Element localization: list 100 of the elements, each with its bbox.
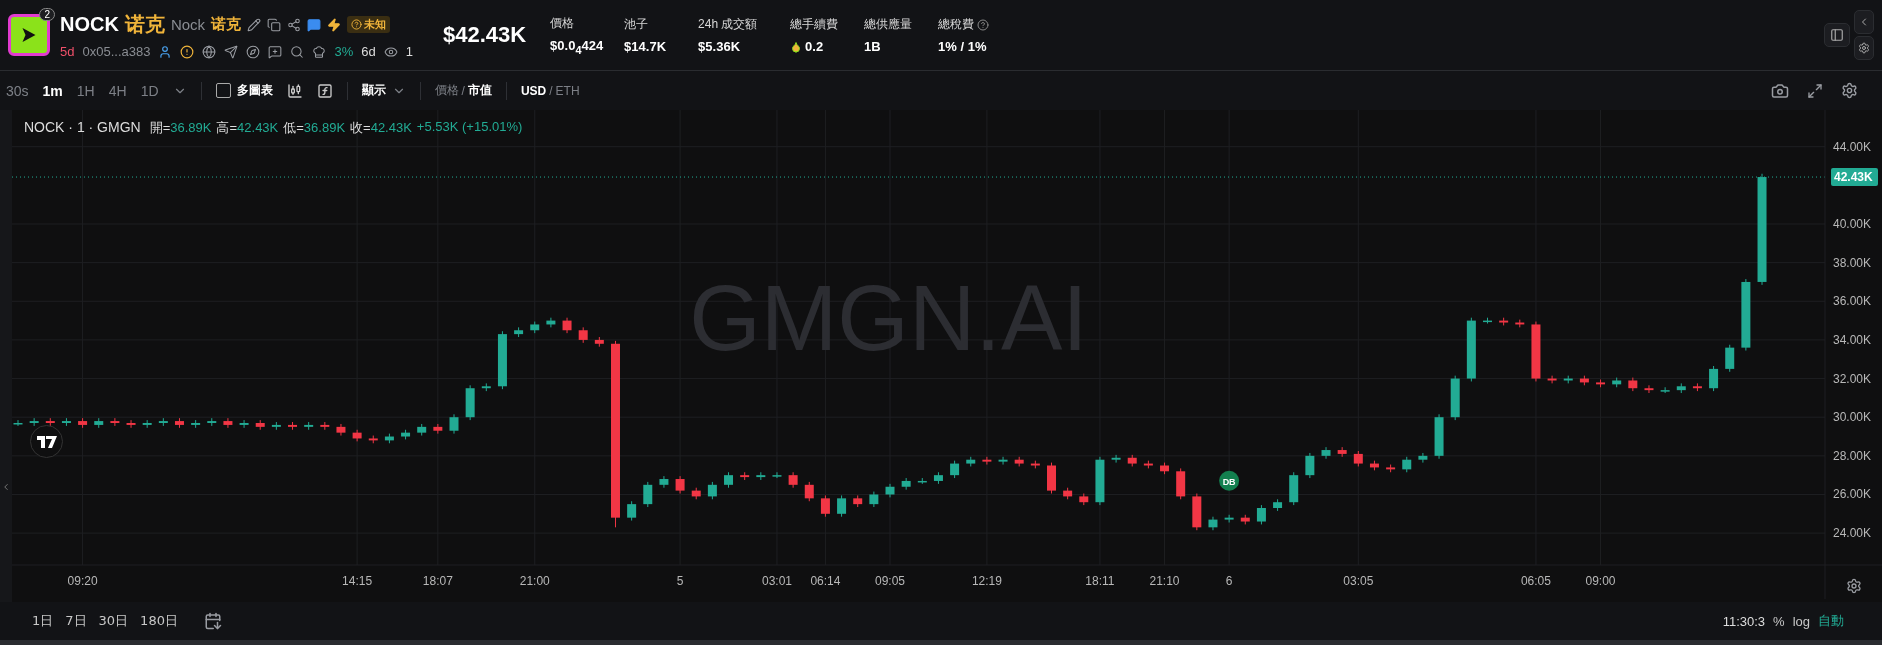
interval-tab[interactable]: 1H — [76, 82, 95, 99]
interval-tab[interactable]: 30s — [6, 82, 29, 99]
function-icon[interactable] — [316, 82, 333, 99]
value-mode-toggle[interactable]: 價格 — [434, 82, 459, 99]
candle — [1450, 375, 1460, 421]
stat-label: 價格 — [550, 14, 576, 32]
candle — [1305, 452, 1315, 479]
candle — [1143, 460, 1153, 469]
arrow-icon — [22, 28, 36, 42]
edit-icon[interactable] — [247, 17, 262, 32]
candlestick-icon[interactable] — [286, 82, 303, 99]
tradingview-logo[interactable] — [30, 425, 63, 458]
candle — [1273, 498, 1283, 512]
candle — [707, 481, 717, 500]
alert-icon[interactable] — [180, 44, 195, 59]
candle — [1483, 317, 1492, 324]
post-icon[interactable] — [268, 44, 283, 59]
axis-label: 03:05 — [1343, 574, 1374, 588]
share-icon[interactable] — [287, 17, 302, 32]
candle — [691, 487, 701, 500]
axis-label: 09:00 — [1585, 574, 1616, 588]
send-icon[interactable] — [224, 44, 239, 59]
value-mode-toggle[interactable]: 市值 — [467, 82, 492, 99]
legend-value: 低=36.89K — [283, 119, 346, 137]
axis-label: 32.00K — [1833, 371, 1872, 386]
settings-icon[interactable] — [1841, 82, 1858, 99]
chat-icon[interactable] — [307, 17, 322, 32]
candle — [401, 429, 411, 440]
stat-value: 1% / 1% — [938, 39, 988, 54]
candle — [223, 417, 233, 429]
eye-icon — [383, 44, 398, 59]
currency-toggle[interactable]: ETH — [555, 83, 580, 98]
annotation: DB — [1222, 476, 1237, 487]
axis-label: 30.00K — [1833, 410, 1872, 425]
candle — [1709, 365, 1719, 392]
candle — [885, 483, 895, 498]
display-dropdown[interactable]: 顯示 — [361, 82, 406, 99]
candle — [1466, 317, 1476, 382]
candle — [772, 471, 782, 479]
chef-hat-icon — [312, 44, 327, 59]
settings-button[interactable] — [1854, 36, 1874, 60]
watcher-count: 1 — [405, 44, 413, 59]
axis-label: 09:20 — [67, 574, 98, 588]
candle — [352, 429, 362, 442]
range-button[interactable]: 1日 — [32, 612, 54, 630]
candle — [1160, 462, 1170, 475]
candle — [94, 417, 104, 429]
interval-tab[interactable]: 1m — [42, 82, 63, 99]
candle — [659, 475, 669, 489]
help-icon[interactable] — [977, 18, 990, 31]
stat-label: 24h 成交額 — [698, 16, 759, 33]
candle — [514, 326, 524, 338]
candle — [966, 456, 976, 467]
legend-value: 收=42.43K — [350, 119, 412, 137]
candle — [497, 330, 507, 390]
candle — [1095, 456, 1105, 506]
scale-option[interactable]: log — [1792, 613, 1810, 629]
token-name: 诺克 — [211, 15, 242, 34]
candle — [1531, 321, 1541, 382]
candle — [1612, 377, 1622, 388]
range-button[interactable]: 30日 — [98, 612, 129, 630]
contract-address[interactable]: 0x05...a383 — [82, 44, 151, 59]
interval-tab[interactable]: 4H — [108, 82, 127, 99]
currency-toggle[interactable]: USD — [520, 83, 547, 98]
multi-chart-checkbox[interactable]: 多圖表 — [215, 82, 273, 99]
candle — [1596, 379, 1606, 388]
stat-value: 0.2 — [790, 39, 855, 54]
stat-value: 1B — [864, 39, 882, 54]
expand-icon[interactable] — [1807, 82, 1823, 99]
stat-label: 池子 — [624, 16, 650, 33]
candle — [853, 494, 863, 508]
status-tag: 未知 — [347, 16, 391, 33]
compass-icon[interactable] — [246, 44, 261, 59]
candle — [627, 500, 637, 522]
collapse-button[interactable] — [1854, 10, 1874, 34]
token-name: 诺克 — [124, 12, 165, 37]
calendar-icon[interactable] — [203, 612, 222, 630]
candle — [191, 419, 201, 429]
candle — [1256, 504, 1266, 525]
scale-option[interactable]: 自動 — [1818, 612, 1844, 630]
token-price: $42.43K — [442, 22, 527, 48]
camera-icon[interactable] — [1771, 81, 1789, 100]
search-icon[interactable] — [290, 44, 305, 59]
candle — [1030, 460, 1040, 469]
globe-icon[interactable] — [202, 44, 217, 59]
scale-option[interactable]: % — [1773, 613, 1785, 629]
range-button[interactable]: 180日 — [140, 612, 178, 630]
user-icon[interactable] — [158, 44, 173, 59]
interval-tab[interactable]: 1D — [140, 82, 159, 99]
copy-icon[interactable] — [267, 17, 282, 32]
lightning-icon[interactable] — [327, 17, 342, 32]
candle — [29, 417, 39, 427]
candle — [740, 471, 750, 481]
range-button[interactable]: 7日 — [65, 612, 87, 630]
axis-label: 36.00K — [1833, 294, 1872, 309]
axis-settings-icon[interactable] — [1846, 578, 1862, 594]
panel-toggle-button[interactable] — [1824, 23, 1850, 47]
axis-label: 5 — [676, 574, 684, 588]
collapse-icon[interactable] — [1, 482, 11, 492]
candle — [384, 433, 394, 444]
